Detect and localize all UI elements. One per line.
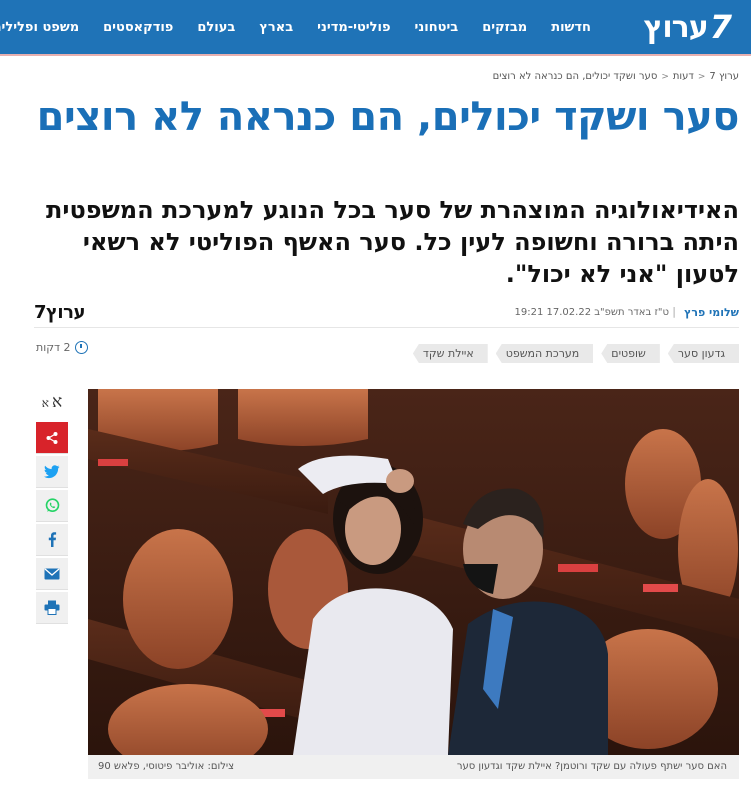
twitter-icon [44,464,60,478]
print-icon [44,600,60,615]
read-time-label: 2 דקות [36,341,71,354]
article-meta: שלומי פרץ | ט"ז באדר תשפ"ב 17.02.22 19:2… [34,300,739,328]
tag-gideon-saar[interactable]: גדעון סער [667,344,739,363]
nav-item-podcasts[interactable]: פודקאסטים [103,20,173,35]
tag-judicial-system[interactable]: מערכת המשפט [495,344,594,363]
nav-item-law[interactable]: משפט ופלילים [0,20,79,35]
share-button[interactable] [36,422,68,454]
article-title: סער ושקד יכולים, הם כנראה לא רוצים [36,94,740,140]
photo-caption: האם סער ישתף פעולה עם שקד ורוטמן? איילת … [456,761,727,772]
whatsapp-icon [45,498,59,512]
meta-divider: | [672,305,676,318]
breadcrumb-item-opinions[interactable]: דעות [673,71,694,82]
top-navigation-bar: 7 ערוץ חדשות מבזקים ביטחוני פוליטי-מדיני… [0,0,751,54]
breadcrumb-separator: < [697,71,706,82]
font-size-small[interactable]: א [42,396,49,411]
whatsapp-share-button[interactable] [36,490,68,522]
author-link[interactable]: שלומי פרץ [684,306,739,319]
nav-item-israel[interactable]: בארץ [259,20,293,35]
breadcrumb-item-home[interactable]: ערוץ 7 [709,71,739,82]
nav-item-news[interactable]: חדשות [551,20,591,35]
breadcrumb-separator: < [661,71,669,82]
print-button[interactable] [36,592,68,624]
email-share-button[interactable] [36,558,68,590]
topbar-divider [0,54,751,56]
nav-item-security[interactable]: ביטחוני [415,20,459,35]
article-photo[interactable] [88,389,739,755]
photo-caption-bar: האם סער ישתף פעולה עם שקד ורוטמן? איילת … [88,755,739,779]
main-nav: חדשות מבזקים ביטחוני פוליטי-מדיני בארץ ב… [0,0,591,54]
logo-seven: 7 [709,8,732,46]
facebook-share-button[interactable] [36,524,68,556]
breadcrumb: ערוץ 7 < דעות < סער ושקד יכולים, הם כנרא… [493,71,739,82]
clock-icon [74,341,88,354]
share-icon [46,431,58,444]
nav-item-flashes[interactable]: מבזקים [482,20,527,35]
share-sidebar: א א [36,392,68,624]
knesset-photo-illustration [88,389,739,755]
logo-text: ערוץ [643,9,709,45]
author-outlet-logo: ערוץ7 [34,302,85,323]
font-size-large[interactable]: א [52,392,62,412]
article-subtitle: האידיאולוגיה המוצהרת של סער בכל הנוגע למ… [46,196,739,288]
site-logo[interactable]: 7 ערוץ [643,8,732,46]
twitter-share-button[interactable] [36,456,68,488]
facebook-icon [48,532,57,547]
nav-item-political[interactable]: פוליטי-מדיני [317,20,390,35]
tag-ayelet-shaked[interactable]: איילת שקד [412,344,488,363]
breadcrumb-item-current: סער ושקד יכולים, הם כנראה לא רוצים [492,71,658,82]
publish-date: ט"ז באדר תשפ"ב 17.02.22 19:21 [514,307,669,318]
nav-item-world[interactable]: בעולם [197,20,235,35]
font-size-toggle[interactable]: א א [36,392,68,420]
read-time: 2 דקות [36,341,88,354]
email-icon [44,568,60,579]
tag-judges[interactable]: שופטים [601,344,660,363]
tag-list: גדעון סער שופטים מערכת המשפט איילת שקד [412,344,739,363]
photo-credit: צילום: אוליבר פיטוסי, פלאש 90 [98,761,235,772]
